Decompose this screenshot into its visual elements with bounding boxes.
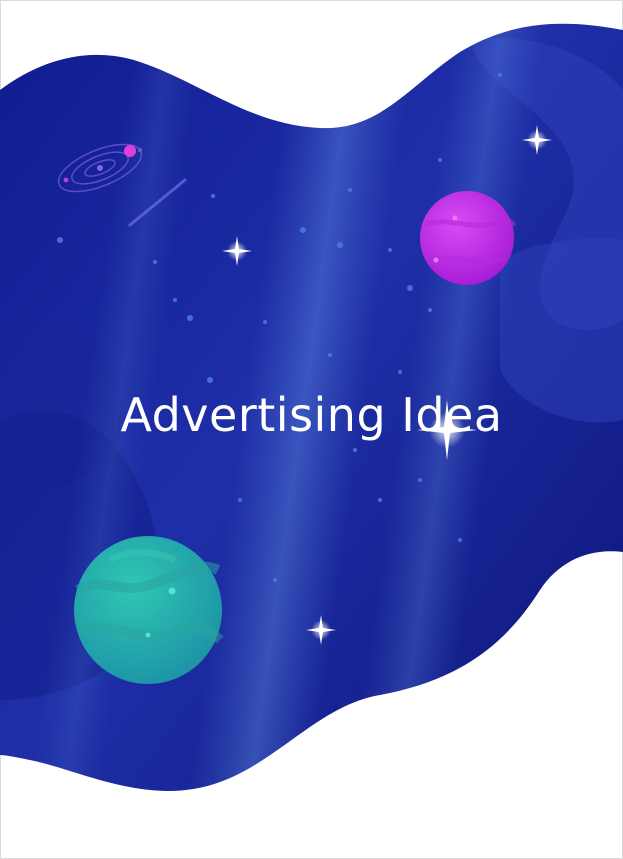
teal-planet-icon xyxy=(74,536,224,684)
poster-title: Advertising Idea xyxy=(120,388,503,442)
magenta-planet-icon xyxy=(420,191,517,285)
